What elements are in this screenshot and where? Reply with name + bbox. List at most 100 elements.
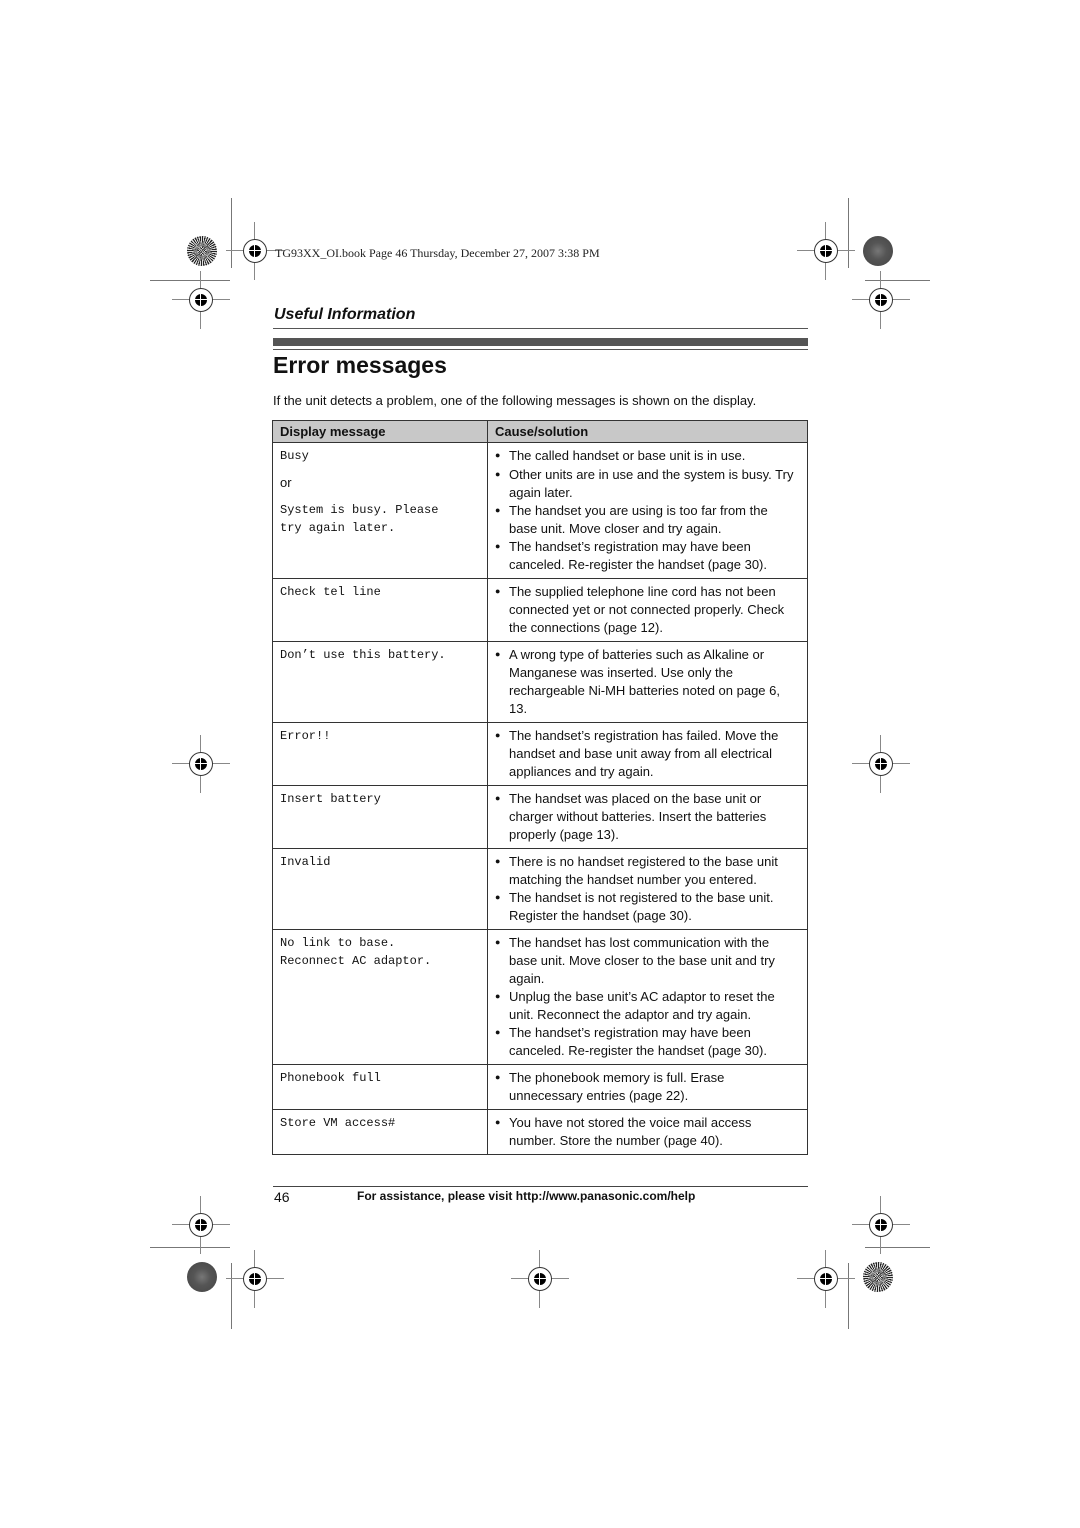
cause-solution-cell: The phonebook memory is full. Erase unne… [487,1064,808,1110]
display-message-cell: Store VM access# [272,1109,488,1155]
divider [273,328,808,329]
display-message-cell: Invalid [272,848,488,930]
cause-text: A wrong type of batteries such as Alkali… [509,647,780,716]
table-row: Phonebook full The phonebook memory is fu… [272,1064,808,1110]
display-message-cell: No link to base. Reconnect AC adaptor. [272,929,488,1065]
cause-text: There is no handset registered to the ba… [509,854,778,887]
bullet-icon [495,646,509,718]
table-row: Check tel line The supplied telephone lin… [272,578,808,642]
cause-text: The handset’s registration may have been… [509,1025,767,1058]
table-row: Invalid There is no handset registered to… [272,848,808,930]
bullet-icon [495,466,509,502]
display-message-text: Error!! [280,729,331,743]
registration-crosshair-icon [226,222,284,280]
bullet-icon [495,988,509,1024]
cause-bullet-item: The called handset or base unit is in us… [495,447,799,466]
table-row: Error!! The handset’s registration has fa… [272,722,808,786]
table-header-row: Display message Cause/solution [272,420,808,443]
cause-bullet-item: The phonebook memory is full. Erase unne… [495,1069,799,1105]
display-message-cell: Don’t use this battery. [272,641,488,723]
cause-text: You have not stored the voice mail acces… [509,1115,752,1148]
bullet-icon [495,889,509,925]
display-message-text: Phonebook full [280,1071,381,1085]
table-row: Busy or System is busy. Please try again la… [272,442,808,579]
registration-crosshair-icon [226,1250,284,1308]
cause-text: The supplied telephone line cord has not… [509,584,785,635]
registration-starburst-icon [863,1262,893,1292]
cause-text: The handset is not registered to the bas… [509,890,774,923]
cause-solution-cell: There is no handset registered to the ba… [487,848,808,930]
registration-crosshair-icon [172,735,230,793]
print-header: TG93XX_OI.book Page 46 Thursday, Decembe… [275,246,600,260]
column-header-cause-solution: Cause/solution [487,420,808,443]
error-messages-table: Display message Cause/solution Busy or Sys… [272,420,808,1155]
cause-text: The phonebook memory is full. Erase unne… [509,1070,725,1103]
cause-solution-cell: The called handset or base unit is in us… [487,442,808,579]
crop-mark [231,198,232,268]
cause-solution-cell: The handset has lost communication with … [487,929,808,1065]
registration-crosshair-icon [797,1250,855,1308]
cause-bullet-item: The handset was placed on the base unit … [495,790,799,844]
display-message-text: try again later. [280,521,396,535]
cause-text: Other units are in use and the system is… [509,467,794,500]
crop-mark [865,1247,930,1248]
bullet-icon [495,447,509,466]
display-message-text: Store VM access# [280,1116,396,1130]
cause-solution-cell: The handset was placed on the base unit … [487,785,808,849]
cause-solution-cell: The handset’s registration has failed. M… [487,722,808,786]
section-heading: Useful Information [274,306,416,323]
cause-solution-cell: The supplied telephone line cord has not… [487,578,808,642]
page-number: 46 [274,1189,290,1205]
display-message-cell: Insert battery [272,785,488,849]
table-row: No link to base. Reconnect AC adaptor. The… [272,929,808,1065]
crop-mark [150,1247,230,1248]
cause-bullet-item: The handset is not registered to the bas… [495,889,799,925]
cause-bullet-item: Unplug the base unit’s AC adaptor to res… [495,988,799,1024]
divider [273,349,808,350]
cause-text: The handset was placed on the base unit … [509,791,767,842]
crop-mark [848,1263,849,1329]
registration-crosshair-icon [172,1196,230,1254]
bullet-icon [495,502,509,538]
title-band [273,338,808,346]
display-message-cell: Check tel line [272,578,488,642]
registration-ball-icon [187,1262,217,1292]
display-message-text: Don’t use this battery. [280,648,446,662]
crop-mark [231,1263,232,1329]
cause-solution-cell: A wrong type of batteries such as Alkali… [487,641,808,723]
registration-ball-icon [863,236,893,266]
display-message-text: Insert battery [280,792,381,806]
cause-text: The handset has lost communication with … [509,935,775,986]
cause-text: The handset you are using is too far fro… [509,503,768,536]
registration-crosshair-icon [852,271,910,329]
crop-mark [150,280,230,281]
bullet-icon [495,583,509,637]
cause-bullet-item: Other units are in use and the system is… [495,466,799,502]
display-message-text: Reconnect AC adaptor. [280,954,432,968]
crop-mark [865,280,930,281]
cause-bullet-item: The handset you are using is too far fro… [495,502,799,538]
cause-text: Unplug the base unit’s AC adaptor to res… [509,989,775,1022]
display-message-text: Check tel line [280,585,381,599]
or-separator: or [280,475,292,490]
intro-text: If the unit detects a problem, one of th… [273,393,757,408]
cause-bullet-item: A wrong type of batteries such as Alkali… [495,646,799,718]
bullet-icon [495,790,509,844]
bullet-icon [495,1024,509,1060]
footer-divider [273,1186,808,1187]
cause-bullet-item: The handset’s registration may have been… [495,1024,799,1060]
display-message-cell: Phonebook full [272,1064,488,1110]
cause-text: The handset’s registration may have been… [509,539,767,572]
registration-crosshair-icon [852,735,910,793]
bullet-icon [495,853,509,889]
bullet-icon [495,727,509,781]
table-row: Don’t use this battery. A wrong type of b… [272,641,808,723]
table-row: Store VM access# You have not stored the … [272,1109,808,1155]
registration-crosshair-icon [511,1250,569,1308]
table-row: Insert battery The handset was placed on … [272,785,808,849]
cause-bullet-item: The handset has lost communication with … [495,934,799,988]
column-header-display-message: Display message [272,420,488,443]
cause-text: The handset’s registration has failed. M… [509,728,779,779]
bullet-icon [495,1069,509,1105]
display-message-text: System is busy. Please [280,503,439,517]
